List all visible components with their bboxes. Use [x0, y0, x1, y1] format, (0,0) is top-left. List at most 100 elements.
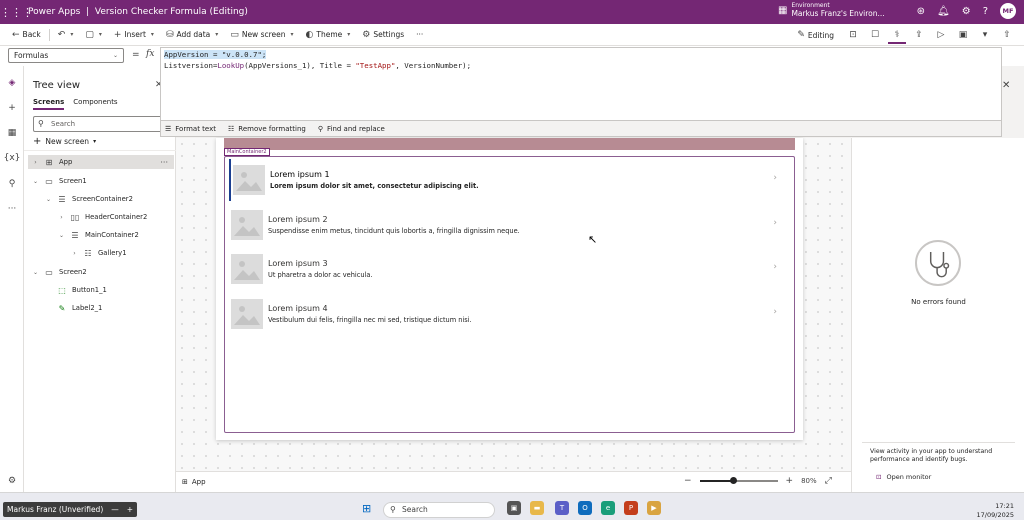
- clock-date: 17/09/2025: [976, 511, 1014, 519]
- system-clock[interactable]: 17:21 17/09/2025: [977, 502, 1014, 520]
- app-icon[interactable]: ▶: [647, 501, 661, 515]
- more-icon[interactable]: ···: [160, 158, 168, 167]
- help-icon[interactable]: ?: [983, 6, 988, 17]
- share-icon[interactable]: ⇪: [910, 30, 928, 40]
- chevron-right-icon[interactable]: ›: [773, 262, 777, 272]
- header-container[interactable]: [224, 138, 795, 150]
- fit-to-window-icon[interactable]: ⤢: [825, 476, 832, 486]
- play-icon[interactable]: ▷: [932, 30, 950, 40]
- edge-icon[interactable]: e: [601, 501, 615, 515]
- avatar[interactable]: MF: [1000, 3, 1016, 19]
- new-screen-button[interactable]: + New screen ▾: [33, 136, 96, 147]
- app-launcher-icon[interactable]: ⋮⋮⋮: [0, 6, 33, 19]
- new-screen-button[interactable]: ▭ New screen ▾: [224, 24, 299, 46]
- more-icon[interactable]: ···: [0, 204, 24, 214]
- label-icon: ✎: [58, 303, 66, 313]
- back-button[interactable]: ← Back: [6, 24, 47, 46]
- task-view-icon[interactable]: ▣: [507, 501, 521, 515]
- file-explorer-icon[interactable]: ▬: [530, 501, 544, 515]
- paste-button[interactable]: ▢ ▾: [79, 24, 108, 46]
- zoom-value: 80%: [801, 477, 817, 485]
- gallery-item[interactable]: Lorem ipsum 4 Vestibulum dui felis, frin…: [229, 293, 785, 335]
- chevron-right-icon[interactable]: ›: [773, 173, 777, 183]
- add-data-button[interactable]: ⛁ Add data ▾: [160, 24, 224, 46]
- mouse-cursor-icon: ↖: [588, 233, 598, 246]
- close-icon[interactable]: ✕: [1002, 80, 1010, 91]
- gallery-item-title: Lorem ipsum 1: [270, 170, 330, 179]
- settings-button[interactable]: ⚙ Settings: [356, 24, 410, 46]
- settings-gear-icon[interactable]: ⚙: [0, 476, 24, 486]
- minimize-icon[interactable]: —: [111, 505, 119, 514]
- formula-function: LookUp: [217, 61, 245, 70]
- insert-button[interactable]: + Insert ▾: [108, 24, 160, 46]
- zoom-out-icon[interactable]: −: [684, 476, 692, 486]
- chevron-right-icon: ›: [34, 158, 37, 166]
- insert-icon[interactable]: +: [0, 103, 24, 113]
- app-checker-icon[interactable]: ⊡: [844, 30, 862, 40]
- tree-node-screen1[interactable]: ⌄ ▭ Screen1: [28, 174, 174, 188]
- find-replace-button[interactable]: ⚲ Find and replace: [318, 125, 385, 133]
- plus-icon[interactable]: +: [127, 505, 133, 514]
- theme-button[interactable]: ◐ Theme ▾: [300, 24, 357, 46]
- tree-search-input[interactable]: ⚲ Search: [33, 116, 167, 132]
- tree-node-screencontainer2[interactable]: ⌄ ☰ ScreenContainer2: [41, 192, 187, 206]
- variables-icon[interactable]: {x}: [0, 153, 24, 163]
- zoom-slider[interactable]: [699, 477, 778, 484]
- editing-mode-button[interactable]: ✎ Editing: [791, 24, 840, 46]
- windows-start-icon[interactable]: ⊞: [362, 502, 371, 515]
- comments-icon[interactable]: ☐: [866, 30, 884, 40]
- zoom-slider-fill: [699, 480, 734, 482]
- zoom-slider-thumb[interactable]: [730, 477, 738, 484]
- publish-icon[interactable]: ⇧: [998, 30, 1016, 40]
- tab-components[interactable]: Components: [73, 98, 117, 110]
- environment-picker[interactable]: ▦ Environment Markus Franz's Environ...: [778, 2, 885, 19]
- user-session-tab[interactable]: Markus Franz (Unverified) — +: [3, 502, 138, 517]
- powerpoint-icon[interactable]: P: [624, 501, 638, 515]
- gallery-item[interactable]: Lorem ipsum 3 Ut pharetra a dolor ac veh…: [229, 248, 785, 290]
- formula-line-2: Listversion=LookUp(AppVersions_1), Title…: [164, 60, 998, 71]
- arrow-left-icon: ←: [12, 29, 20, 40]
- fx-icon: fx: [146, 49, 155, 59]
- notifications-icon[interactable]: 🔔︎: [937, 6, 950, 17]
- format-text-button[interactable]: ☰ Format text: [165, 125, 216, 133]
- search-icon: ⚲: [390, 505, 396, 514]
- theme-label: Theme: [316, 30, 343, 39]
- chevron-right-icon[interactable]: ›: [773, 307, 777, 317]
- taskbar: Markus Franz (Unverified) — + ⊞ ⚲ Search…: [0, 492, 1024, 520]
- undo-button[interactable]: ↶ ▾: [52, 24, 80, 46]
- formula-editor[interactable]: AppVersion = "v.0.0.7"; Listversion=Look…: [160, 47, 1002, 121]
- tree-node-label2-1[interactable]: ✎ Label2_1: [41, 301, 187, 315]
- tab-screens[interactable]: Screens: [33, 98, 65, 110]
- chevron-down-icon[interactable]: ▾: [976, 30, 994, 40]
- more-commands-button[interactable]: ···: [410, 24, 429, 46]
- health-icon[interactable]: ⚕: [888, 26, 906, 44]
- node-label: Screen1: [59, 177, 87, 185]
- property-dropdown[interactable]: Formulas ⌄: [8, 48, 124, 63]
- main-container[interactable]: Lorem ipsum 1 Lorem ipsum dolor sit amet…: [224, 156, 795, 433]
- remove-formatting-button[interactable]: ☷ Remove formatting: [228, 125, 306, 133]
- tree-view-icon[interactable]: ◈: [0, 78, 24, 88]
- outlook-icon[interactable]: O: [578, 501, 592, 515]
- zoom-in-icon[interactable]: +: [786, 476, 794, 486]
- open-monitor-link[interactable]: ⊡ Open monitor: [876, 473, 931, 481]
- data-icon[interactable]: ▦: [0, 128, 24, 138]
- gallery-item[interactable]: Lorem ipsum 2 Suspendisse enim metus, ti…: [229, 204, 785, 246]
- gallery-icon: ☷: [84, 248, 92, 258]
- formula-tools: ☰ Format text ☷ Remove formatting ⚲ Find an…: [160, 121, 1002, 137]
- image-placeholder-icon: [231, 299, 263, 329]
- breadcrumb[interactable]: ⊞ App: [182, 478, 206, 486]
- taskbar-search[interactable]: ⚲ Search: [383, 502, 495, 518]
- tree-node-button1-1[interactable]: ⬚ Button1_1: [41, 283, 187, 297]
- save-icon[interactable]: ▣: [954, 30, 972, 40]
- gallery-item[interactable]: Lorem ipsum 1 Lorem ipsum dolor sit amet…: [229, 159, 785, 201]
- chevron-down-icon: ▾: [93, 138, 97, 145]
- tree-node-app[interactable]: › ⊞ App ···: [28, 155, 174, 169]
- settings-gear-icon[interactable]: ⚙: [962, 6, 971, 17]
- teams-icon[interactable]: T: [555, 501, 569, 515]
- copilot-icon[interactable]: ⊛: [917, 6, 925, 17]
- chevron-right-icon[interactable]: ›: [773, 218, 777, 228]
- command-bar: ← Back ↶ ▾ ▢ ▾ + Insert ▾ ⛁ Add data ▾ ▭ New scr…: [0, 24, 1024, 46]
- search-icon[interactable]: ⚲: [0, 179, 24, 189]
- tree-node-screen2[interactable]: ⌄ ▭ Screen2: [28, 265, 174, 279]
- formula-selection: AppVersion = "v.0.0.7";: [164, 50, 267, 59]
